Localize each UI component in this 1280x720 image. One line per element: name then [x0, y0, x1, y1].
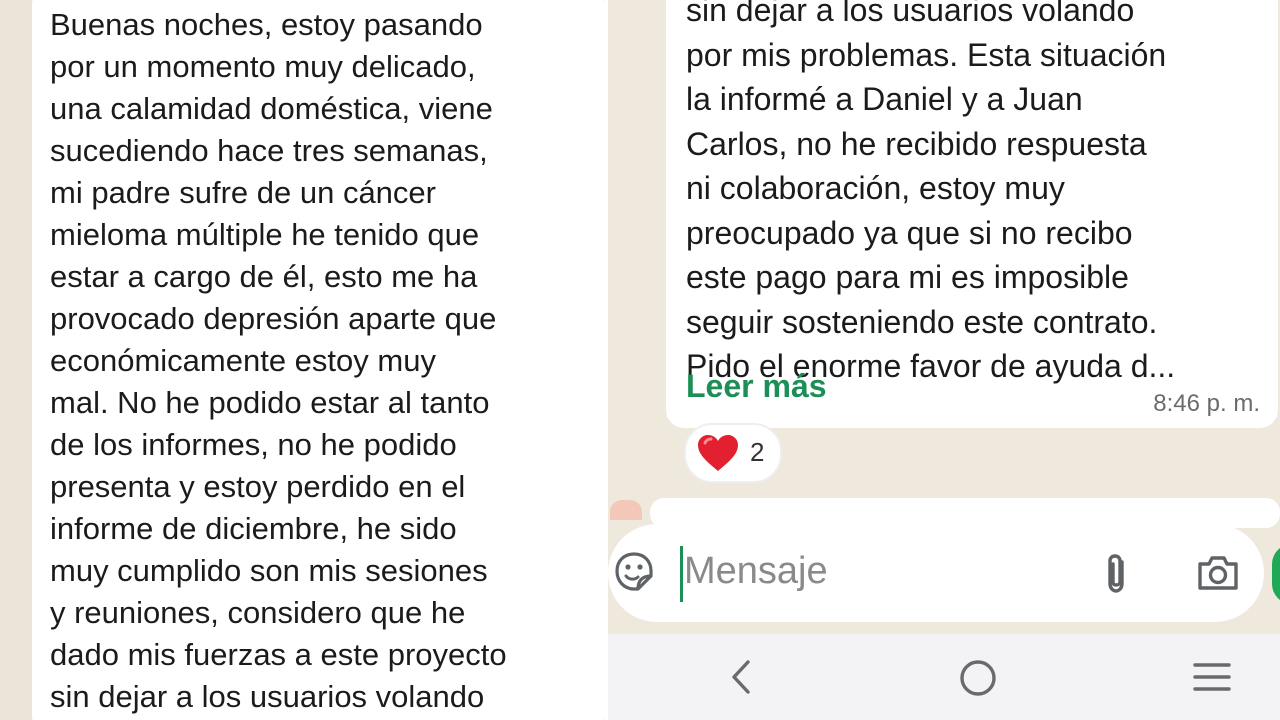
text-cursor: [680, 546, 683, 602]
heart-icon: [696, 433, 740, 478]
left-chat-panel: Buenas noches, estoy pasando por un mome…: [0, 0, 604, 720]
reaction-badge[interactable]: 2: [684, 423, 782, 483]
paperclip-icon[interactable]: [1102, 552, 1132, 601]
camera-icon[interactable]: [1196, 554, 1240, 597]
nav-home-icon[interactable]: [958, 658, 998, 703]
nav-recent-icon[interactable]: [1192, 660, 1232, 699]
message-text: sin dejar a los usuarios volando por mis…: [686, 0, 1176, 384]
system-navigation-bar: [608, 634, 1280, 720]
partial-message-avatar: [610, 500, 642, 520]
message-timestamp: 8:46 p. m.: [1153, 390, 1260, 417]
send-button-edge[interactable]: [1272, 544, 1280, 604]
reaction-count: 2: [750, 437, 765, 467]
read-more-link[interactable]: Leer más: [686, 368, 827, 405]
right-chat-panel: sin dejar a los usuarios volando por mis…: [608, 0, 1280, 720]
message-input[interactable]: [684, 550, 1044, 593]
nav-back-icon[interactable]: [726, 658, 756, 701]
sticker-icon[interactable]: [614, 551, 654, 598]
message-text: Buenas noches, estoy pasando por un mome…: [50, 7, 507, 714]
